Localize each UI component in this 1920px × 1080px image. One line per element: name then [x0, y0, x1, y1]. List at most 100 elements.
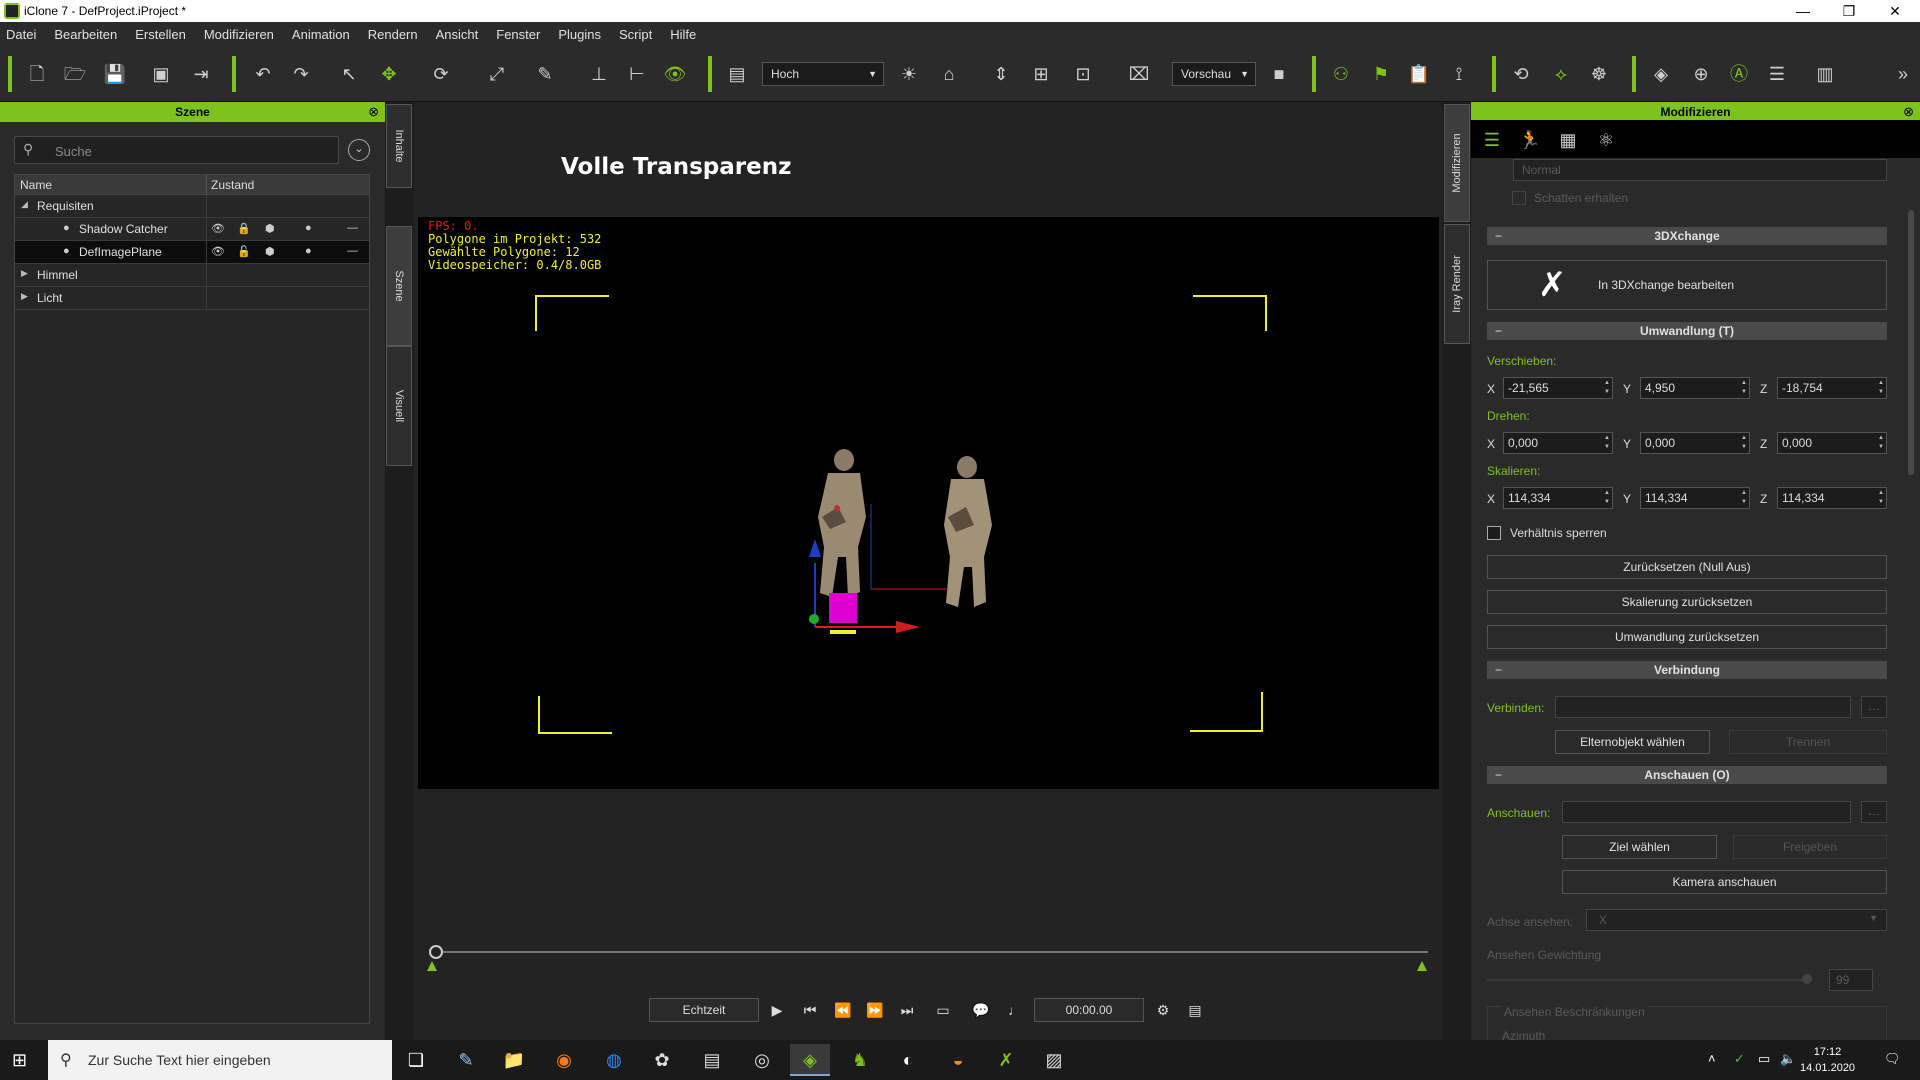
section-transform[interactable]: − Umwandlung (T)	[1487, 322, 1887, 340]
attributes-sliders-icon[interactable]: ☰	[1479, 128, 1505, 152]
timeline-track[interactable]	[432, 951, 1428, 953]
3d-viewport[interactable]: FPS: 0. Polygone im Projekt: 532 Gewählt…	[418, 217, 1439, 789]
play-icon[interactable]: ▶	[766, 999, 788, 1021]
tab-inhalte[interactable]: Inhalte	[386, 104, 412, 188]
media-app-icon[interactable]: ◎	[742, 1044, 782, 1076]
fit-frame-icon[interactable]: ⊞	[1028, 62, 1054, 86]
music-note-icon[interactable]: ♩	[1004, 999, 1026, 1021]
visible-eye-icon[interactable]: 👁	[211, 222, 225, 235]
link-target-field[interactable]	[1555, 696, 1851, 718]
task-view-icon[interactable]: ❏	[396, 1044, 436, 1076]
link-browse-button[interactable]: …	[1861, 696, 1887, 718]
camera-frame-icon[interactable]: ⊡	[1070, 62, 1096, 86]
shadow-icon[interactable]: ●	[305, 245, 312, 257]
pick-parent-button[interactable]: Elternobjekt wählen	[1555, 730, 1710, 754]
more-chevron-icon[interactable]: »	[1890, 62, 1916, 86]
align-icon[interactable]: ⊥	[586, 62, 612, 86]
shadow-icon[interactable]: ●	[305, 222, 312, 234]
paint-app-icon[interactable]: ✿	[642, 1044, 682, 1076]
lock-ratio-checkbox[interactable]	[1487, 526, 1501, 540]
clipboard-icon[interactable]: 📋	[1406, 62, 1432, 86]
menu-erstellen[interactable]: Erstellen	[135, 27, 186, 42]
panel-icon[interactable]: ▥	[1812, 62, 1838, 86]
column-name[interactable]: Name	[20, 178, 52, 192]
physics-atom-icon[interactable]: ⚛	[1593, 128, 1619, 152]
menu-rendern[interactable]: Rendern	[368, 27, 418, 42]
quality-select[interactable]: Hoch ▼	[762, 62, 884, 86]
tree-row[interactable]: ◢ Requisiten	[15, 195, 369, 218]
firefox-icon[interactable]: ◉	[544, 1044, 584, 1076]
save-icon[interactable]: 💾	[102, 62, 128, 86]
tab-visuell[interactable]: Visuell	[386, 346, 412, 466]
skip-end-icon[interactable]: ⏭	[896, 999, 918, 1021]
rewind-icon[interactable]: ⏪	[832, 999, 854, 1021]
expand-triangle-icon[interactable]: ▶	[21, 268, 28, 279]
notepad-icon[interactable]: ✎	[446, 1044, 486, 1076]
iclone-taskbar-icon[interactable]: ◈	[790, 1044, 830, 1076]
settings-sliders-icon[interactable]: ☰	[1764, 62, 1790, 86]
timeline-panel-icon[interactable]: ▤	[1184, 999, 1206, 1021]
dash-icon[interactable]: —	[347, 222, 358, 234]
physics-icon[interactable]: ⟡	[1548, 62, 1574, 86]
move-icon[interactable]: ✥	[376, 62, 402, 86]
visible-eye-icon[interactable]: 👁	[211, 245, 225, 258]
rotate-x-field[interactable]: 0,000 ▲ ▼	[1503, 432, 1613, 454]
aperture-app-icon[interactable]: ◐	[888, 1044, 928, 1076]
character-icon[interactable]: ⚇	[1328, 62, 1354, 86]
material-icon[interactable]: ◈	[1648, 62, 1674, 86]
3dxchange-taskbar-icon[interactable]: ✗	[986, 1044, 1026, 1076]
menu-modifizieren[interactable]: Modifizieren	[204, 27, 274, 42]
menu-plugins[interactable]: Plugins	[558, 27, 601, 42]
menu-ansicht[interactable]: Ansicht	[436, 27, 479, 42]
tree-row[interactable]: ▶ Licht	[15, 287, 369, 310]
puppet-icon[interactable]: ☸	[1586, 62, 1612, 86]
taskbar-search[interactable]: ⚲ Zur Suche Text hier eingeben	[48, 1040, 392, 1080]
column-state[interactable]: Zustand	[211, 178, 254, 192]
scale-icon[interactable]: ⤢	[484, 62, 510, 86]
reset-null-button[interactable]: Zurücksetzen (Null Aus)	[1487, 555, 1887, 579]
look-at-target-field[interactable]	[1562, 801, 1851, 823]
video-camera-icon[interactable]: ■	[1266, 62, 1292, 86]
image-app-icon[interactable]: ▨	[1034, 1044, 1074, 1076]
scale-y-field[interactable]: 114,334 ▲ ▼	[1640, 487, 1750, 509]
menu-bearbeiten[interactable]: Bearbeiten	[54, 27, 117, 42]
tray-network-icon[interactable]: ▭	[1758, 1051, 1770, 1067]
menu-script[interactable]: Script	[619, 27, 652, 42]
move-z-field[interactable]: -18,754 ▲ ▼	[1777, 377, 1887, 399]
inspect-icon[interactable]: ⊕	[1688, 62, 1714, 86]
motion-runner-icon[interactable]: 🏃	[1517, 128, 1543, 152]
expand-triangle-icon[interactable]: ▶	[21, 291, 28, 302]
file-explorer-icon[interactable]: 📁	[494, 1044, 534, 1076]
move-x-field[interactable]: -21,565 ▲ ▼	[1503, 377, 1613, 399]
notification-icon[interactable]: 🗨	[1884, 1051, 1901, 1067]
tray-volume-icon[interactable]: 🔈	[1780, 1051, 1796, 1067]
windows-start-icon[interactable]: ⊞	[12, 1050, 27, 1071]
look-at-browse-button[interactable]: …	[1861, 801, 1887, 823]
collapse-triangle-icon[interactable]: ◢	[21, 199, 28, 210]
skip-start-icon[interactable]: ⏮	[799, 999, 821, 1021]
tray-chevron-icon[interactable]: ˄	[1708, 1051, 1716, 1066]
flag-icon[interactable]: ⚑	[1368, 62, 1394, 86]
cube-icon[interactable]: ⬢	[265, 245, 275, 258]
menu-datei[interactable]: Datei	[6, 27, 36, 42]
menu-hilfe[interactable]: Hilfe	[670, 27, 696, 42]
maximize-button[interactable]: ❐	[1826, 0, 1872, 22]
rotate-icon[interactable]: ⟳	[428, 62, 454, 86]
motion-path-icon[interactable]: ⟟	[1446, 62, 1472, 86]
document-app-icon[interactable]: ▤	[692, 1044, 732, 1076]
visibility-eye-icon[interactable]: 👁	[662, 62, 688, 86]
minimize-button[interactable]: —	[1780, 0, 1826, 22]
zoom-extents-icon[interactable]: ⌧	[1126, 62, 1152, 86]
scene-search-input[interactable]	[55, 141, 325, 161]
tray-shield-icon[interactable]: ✓	[1734, 1051, 1745, 1067]
close-panel-icon[interactable]: ⊗	[1903, 102, 1914, 122]
fast-forward-icon[interactable]: ⏩	[864, 999, 886, 1021]
new-file-icon[interactable]: 🗋	[24, 62, 50, 86]
section-link[interactable]: − Verbindung	[1487, 661, 1887, 679]
timeline-start-marker[interactable]	[427, 961, 437, 971]
undo-icon[interactable]: ↶	[250, 62, 276, 86]
menu-animation[interactable]: Animation	[292, 27, 350, 42]
edit-in-3dxchange-button[interactable]: ✗ In 3DXchange bearbeiten	[1487, 260, 1887, 310]
auto-icon[interactable]: Ⓐ	[1726, 62, 1752, 86]
taskbar-clock[interactable]: 17:12 14.01.2020	[1800, 1044, 1855, 1076]
